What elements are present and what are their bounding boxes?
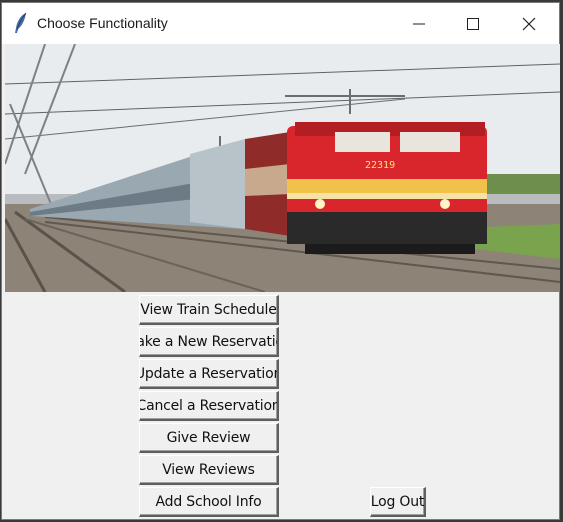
minimize-icon — [413, 23, 425, 25]
feather-icon — [15, 12, 27, 33]
update-reservation-button[interactable]: Update a Reservation — [139, 359, 279, 389]
maximize-icon — [467, 18, 479, 30]
train-banner-image: 22319 — [5, 44, 560, 292]
close-icon — [522, 17, 536, 31]
minimize-button[interactable] — [396, 9, 442, 39]
give-review-button[interactable]: Give Review — [139, 423, 279, 453]
maximize-button[interactable] — [450, 9, 496, 39]
make-new-reservation-button[interactable]: Make a New Reservation — [139, 327, 279, 357]
title-bar[interactable]: Choose Functionality — [2, 3, 559, 44]
close-button[interactable] — [506, 9, 552, 39]
window-title: Choose Functionality — [37, 15, 168, 31]
locomotive-number: 22319 — [365, 160, 395, 171]
view-train-schedule-button[interactable]: View Train Schedule — [139, 295, 279, 325]
cancel-reservation-button[interactable]: Cancel a Reservation — [139, 391, 279, 421]
view-reviews-button[interactable]: View Reviews — [139, 455, 279, 485]
app-window: Choose Functionality 22319 View Train Sc… — [1, 2, 560, 520]
add-school-info-button[interactable]: Add School Info — [139, 487, 279, 517]
log-out-button[interactable]: Log Out — [370, 487, 426, 517]
